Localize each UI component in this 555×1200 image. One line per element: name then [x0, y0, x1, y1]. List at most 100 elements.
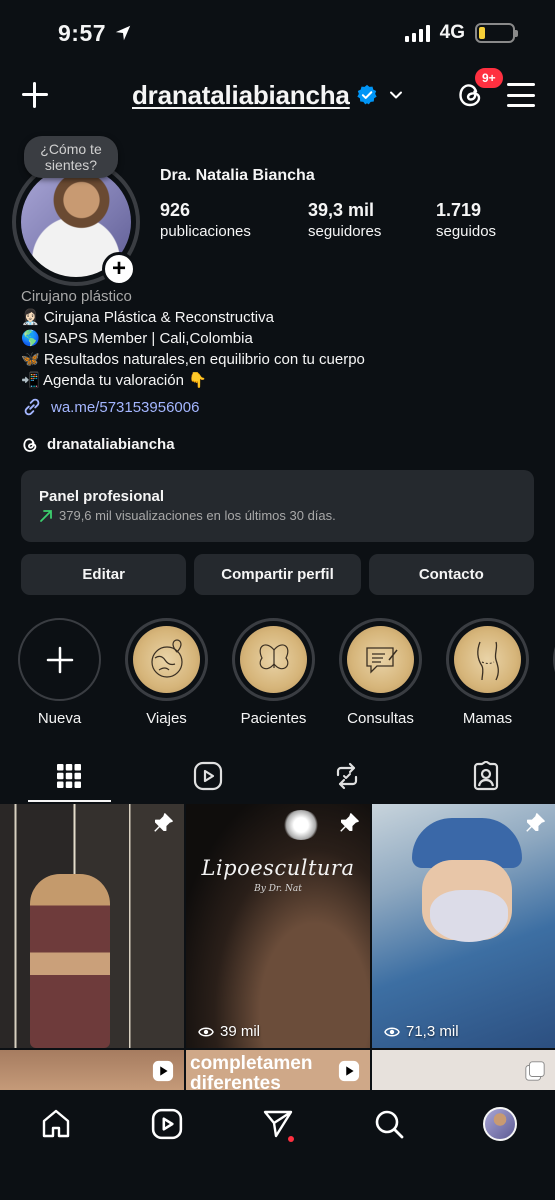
panel-title: Panel profesional [39, 488, 165, 505]
profile-avatar-icon [482, 1107, 517, 1141]
posts-grid: Lipoescultura By Dr. Nat 39 mil 71,3 mil… [0, 804, 555, 1110]
threads-icon [23, 437, 37, 452]
add-story-plus-icon[interactable]: + [102, 252, 136, 286]
reel-icon [152, 1060, 174, 1082]
bio-link-text[interactable]: wa.me/573153956006 [51, 397, 199, 418]
search-icon [375, 1110, 403, 1139]
highlight-circle [339, 618, 422, 701]
stat-following[interactable]: 1.719 seguidos [436, 200, 496, 240]
stat-posts[interactable]: 926 publicaciones [160, 200, 308, 240]
plus-icon [46, 646, 73, 673]
post-byline: By Dr. Nat [254, 884, 302, 894]
bio-line: 👩🏻‍⚕️ Cirujana Plástica & Reconstructiva [21, 309, 274, 326]
tab-posts-grid[interactable] [0, 748, 139, 804]
nav-messages[interactable] [258, 1104, 298, 1144]
status-time: 9:57 [58, 20, 132, 47]
edit-profile-button[interactable]: Editar [21, 554, 187, 595]
tagged-person-icon [473, 761, 498, 791]
chat-bubble-icon [347, 626, 414, 693]
surgical-mask [430, 890, 508, 942]
pin-icon [526, 813, 545, 832]
reels-icon [151, 1108, 182, 1140]
surgical-lamp [282, 810, 320, 840]
header-actions: 9+ [455, 66, 535, 110]
highlight-mamas[interactable]: Mamas [446, 618, 529, 727]
create-plus-icon[interactable] [20, 80, 50, 110]
link-icon [24, 398, 40, 416]
highlight-circle [125, 618, 208, 701]
stat-label: publicaciones [160, 223, 251, 240]
pin-icon [340, 813, 359, 832]
stat-value: 926 [160, 200, 191, 220]
nav-home[interactable] [36, 1104, 76, 1144]
highlight-circle [232, 618, 315, 701]
post-thumbnail[interactable]: 71,3 mil [372, 804, 555, 1048]
globe-icon [133, 626, 200, 693]
reel-views: 71,3 mil [384, 1023, 459, 1040]
post-title: Lipoescultura [201, 856, 355, 880]
bio: Cirujano plástico 👩🏻‍⚕️ Cirujana Plástic… [21, 286, 535, 455]
signal-icon [404, 24, 430, 42]
reels-icon [194, 761, 223, 791]
verified-badge-icon [357, 84, 377, 105]
direct-message-icon [263, 1110, 292, 1138]
time-text: 9:57 [58, 19, 107, 46]
display-name: Dra. Natalia Biancha [160, 167, 315, 184]
profile-stats: 926 publicaciones 39,3 mil seguidores 1.… [160, 200, 496, 240]
grid-icon [57, 764, 82, 788]
tab-reposts[interactable] [278, 748, 417, 804]
highlight-circle [18, 618, 101, 701]
note-bubble[interactable]: ¿Cómo te sientes? [24, 136, 118, 178]
account-switcher[interactable]: dranataliabiancha [132, 80, 404, 111]
highlight-circle [446, 618, 529, 701]
butterfly-icon [240, 626, 307, 693]
body-silhouette-icon [454, 626, 521, 693]
threads-handle[interactable]: dranataliabiancha [47, 434, 175, 455]
threads-button[interactable]: 9+ [455, 66, 505, 110]
highlight-label: Mamas [462, 710, 513, 727]
nav-reels[interactable] [147, 1104, 187, 1144]
highlight-pacientes[interactable]: Pacientes [232, 618, 315, 727]
bio-line: 📲 Agenda tu valoración 👇 [21, 372, 207, 389]
bio-category: Cirujano plástico [21, 288, 132, 305]
post-overlay-text: completamen diferentes [190, 1054, 312, 1094]
trend-up-icon [40, 509, 52, 522]
highlight-consultas[interactable]: Consultas [339, 618, 422, 727]
hamburger-menu-icon[interactable] [507, 83, 535, 107]
stat-label: seguidores [308, 223, 382, 240]
pin-icon [154, 813, 173, 832]
stat-value: 39,3 mil [308, 200, 375, 220]
stat-followers[interactable]: 39,3 mil seguidores [308, 200, 436, 240]
username[interactable]: dranataliabiancha [132, 80, 350, 111]
bio-link[interactable]: wa.me/573153956006 [21, 396, 535, 418]
play-outline-icon [384, 1027, 400, 1036]
contact-button[interactable]: Contacto [368, 554, 534, 595]
views-count: 71,3 mil [406, 1023, 459, 1040]
play-outline-icon [198, 1027, 214, 1036]
nav-search[interactable] [369, 1104, 409, 1144]
highlight-new[interactable]: Nueva [18, 618, 101, 727]
tab-reels[interactable] [139, 748, 278, 804]
home-icon [42, 1109, 69, 1138]
share-profile-button[interactable]: Compartir perfil [194, 554, 361, 595]
chevron-down-icon[interactable] [388, 87, 404, 103]
highlight-viajes[interactable]: Viajes [125, 618, 208, 727]
post-thumbnail[interactable] [0, 804, 184, 1048]
tab-tagged[interactable] [416, 748, 555, 804]
repost-icon [336, 762, 357, 790]
threads-profile-link[interactable]: dranataliabiancha [21, 434, 535, 455]
stat-label: seguidos [436, 223, 497, 240]
professional-dashboard[interactable]: Panel profesional 379,6 mil visualizacio… [21, 470, 534, 542]
post-thumbnail[interactable]: Lipoescultura By Dr. Nat 39 mil [186, 804, 370, 1048]
instagram-profile-screen: 9:57 4G dranataliabiancha 9+ + ¿Cómo te … [0, 0, 555, 1200]
battery-icon [475, 23, 518, 43]
carousel-icon [525, 1061, 545, 1081]
views-count: 39 mil [220, 1023, 261, 1040]
nav-profile[interactable] [480, 1104, 520, 1144]
highlight-label: Viajes [146, 710, 187, 727]
overlay-line: completamen [190, 1053, 313, 1074]
unread-dot [287, 1136, 294, 1142]
status-indicators: 4G [404, 22, 518, 44]
reel-views: 39 mil [198, 1023, 260, 1040]
highlight-label: Consultas [347, 710, 414, 727]
